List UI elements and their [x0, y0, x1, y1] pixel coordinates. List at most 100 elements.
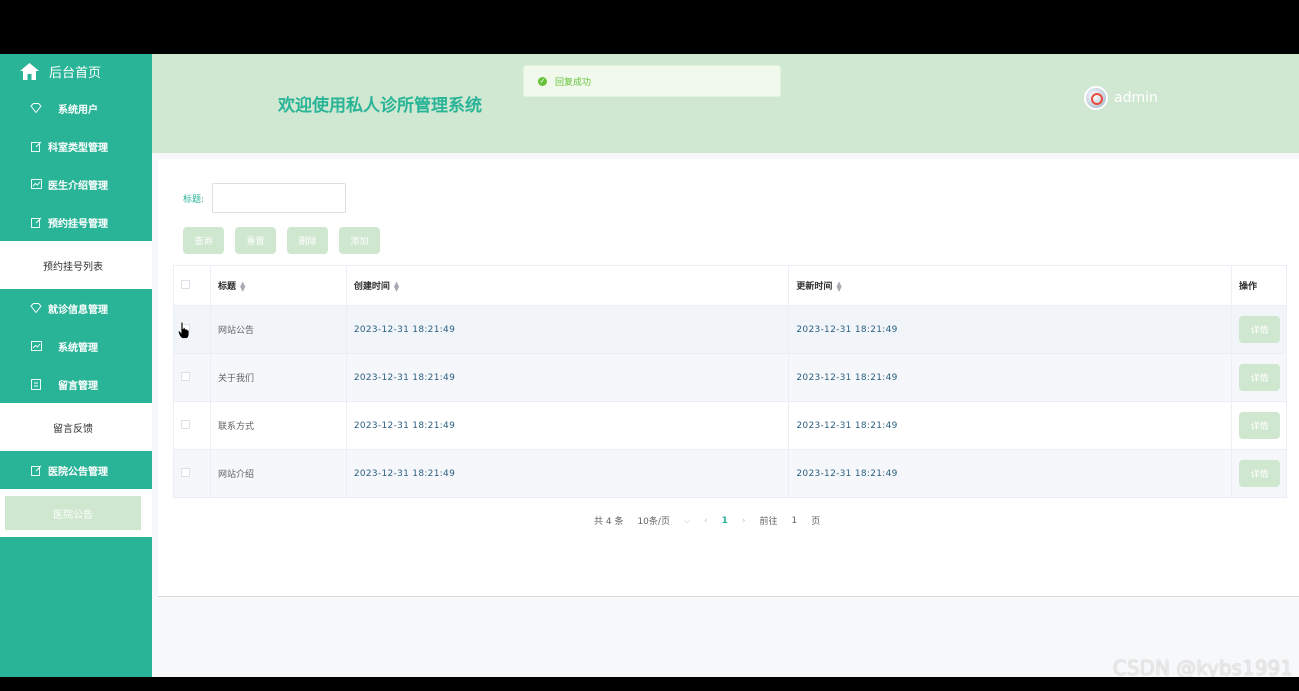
pagination-total: 共 4 条 — [594, 517, 624, 527]
cell-action: 详情 — [1230, 401, 1288, 450]
column-header-updated[interactable]: 更新时间 ▲ ▼ — [788, 265, 1232, 306]
detail-button[interactable]: 详情 — [1238, 364, 1280, 391]
top-header: 欢迎使用私人诊所管理系统 ✓ 回复成功 admin — [152, 54, 1299, 153]
check-circle-icon: ✓ — [538, 76, 547, 86]
watermark: CSDN @kybs1991 — [1112, 656, 1293, 677]
sidebar-home-label: 后台首页 — [49, 66, 102, 81]
sort-icon[interactable]: ▲ ▼ — [240, 280, 245, 292]
column-header-title[interactable]: 标题 ▲ ▼ — [209, 265, 347, 306]
sidebar-item-label: 留言管理 — [58, 380, 98, 392]
edit-icon — [30, 140, 42, 152]
sidebar-submenu: 预约挂号列表 — [0, 241, 152, 289]
hand-cursor-icon — [177, 321, 190, 343]
cell-title: 网站介绍 — [209, 449, 347, 498]
delete-button[interactable]: 删除 — [287, 227, 328, 254]
message-icon — [30, 378, 42, 390]
diamond-icon — [30, 302, 42, 314]
sidebar-item-system-admin[interactable]: 系统管理 — [0, 327, 152, 365]
page-title: 欢迎使用私人诊所管理系统 — [278, 96, 482, 116]
sidebar-item-label: 科室类型管理 — [48, 142, 108, 154]
page-size-select[interactable]: 10条/页 ⌵ — [637, 514, 691, 528]
sidebar-submenu: 医院公告 — [0, 489, 152, 537]
pagination: 共 4 条 10条/页 ⌵ ‹ 1 › 前往 1 页 — [594, 514, 834, 528]
add-button[interactable]: 添加 — [339, 227, 380, 254]
table-row[interactable]: 关于我们 2023-12-31 18:21:49 2023-12-31 18:2… — [173, 353, 1288, 402]
column-header-created[interactable]: 创建时间 ▲ ▼ — [345, 265, 790, 306]
chevron-down-icon: ⌵ — [683, 515, 691, 525]
select-all-cell — [173, 265, 211, 306]
select-all-checkbox[interactable] — [181, 279, 190, 289]
cell-title: 关于我们 — [209, 353, 347, 402]
app-window: 后台首页 系统用户 科室类型管理 医生介绍管理 预约挂号管理 预约挂号列表 就诊… — [0, 54, 1299, 677]
table-row[interactable]: 网站公告 2023-12-31 18:21:49 2023-12-31 18:2… — [173, 305, 1288, 354]
action-buttons: 查询 重置 删除 添加 — [183, 227, 380, 254]
success-toast: ✓ 回复成功 — [523, 65, 781, 97]
sidebar-subitem-feedback[interactable]: 留言反馈 — [5, 410, 141, 444]
detail-button[interactable]: 详情 — [1238, 316, 1280, 343]
sidebar-item-label: 预约挂号管理 — [48, 218, 108, 230]
sidebar-item-label: 医院公告管理 — [48, 466, 108, 478]
table-header-row: 标题 ▲ ▼ 创建时间 ▲ ▼ 更新时间 ▲ ▼ 操作 — [173, 265, 1288, 306]
toast-message: 回复成功 — [555, 77, 592, 88]
reset-button[interactable]: 重置 — [235, 227, 276, 254]
row-checkbox[interactable] — [181, 371, 190, 381]
cell-title: 网站公告 — [209, 305, 347, 354]
sidebar-item-notices[interactable]: 医院公告管理 — [0, 451, 152, 489]
cell-updated: 2023-12-31 18:21:49 — [788, 401, 1232, 450]
sort-icon[interactable]: ▲ ▼ — [394, 280, 399, 292]
sidebar-item-label: 医生介绍管理 — [48, 180, 108, 192]
chart-icon — [30, 178, 42, 190]
row-select-cell — [173, 401, 211, 450]
goto-page-input[interactable]: 1 — [792, 516, 798, 526]
cell-created: 2023-12-31 18:21:49 — [345, 305, 790, 354]
sidebar-item-doctors[interactable]: 医生介绍管理 — [0, 165, 152, 203]
query-button[interactable]: 查询 — [183, 227, 224, 254]
sidebar-item-label: 系统用户 — [58, 104, 98, 116]
edit-icon — [30, 464, 42, 476]
home-icon — [20, 63, 39, 80]
sidebar-item-messages[interactable]: 留言管理 — [0, 365, 152, 403]
sidebar-subitem-hospital-notices[interactable]: 医院公告 — [5, 496, 141, 530]
cell-action: 详情 — [1230, 449, 1288, 498]
title-search-input[interactable] — [212, 183, 347, 213]
detail-button[interactable]: 详情 — [1238, 460, 1280, 487]
sidebar-item-system-users[interactable]: 系统用户 — [0, 89, 152, 127]
cell-updated: 2023-12-31 18:21:49 — [788, 449, 1232, 498]
sidebar-item-appointments[interactable]: 预约挂号管理 — [0, 203, 152, 241]
cell-title: 联系方式 — [209, 401, 347, 450]
row-select-cell — [173, 449, 211, 498]
sidebar-subitem-appointment-list[interactable]: 预约挂号列表 — [5, 248, 141, 282]
current-page[interactable]: 1 — [722, 516, 728, 526]
user-menu[interactable]: admin — [1084, 86, 1158, 110]
data-table: 标题 ▲ ▼ 创建时间 ▲ ▼ 更新时间 ▲ ▼ 操作 网站公告 2023-12-31 18… — [173, 265, 1288, 498]
sort-icon[interactable]: ▲ ▼ — [836, 280, 841, 292]
goto-suffix: 页 — [811, 517, 821, 527]
cell-action: 详情 — [1230, 353, 1288, 402]
goto-prefix: 前往 — [759, 517, 778, 527]
cell-updated: 2023-12-31 18:21:49 — [788, 353, 1232, 402]
next-page-button[interactable]: › — [742, 516, 746, 526]
sidebar: 后台首页 系统用户 科室类型管理 医生介绍管理 预约挂号管理 预约挂号列表 就诊… — [0, 54, 152, 677]
sidebar-submenu: 留言反馈 — [0, 403, 152, 451]
diamond-icon — [30, 102, 42, 114]
detail-button[interactable]: 详情 — [1238, 412, 1280, 439]
sidebar-item-visits[interactable]: 就诊信息管理 — [0, 289, 152, 327]
prev-page-button[interactable]: ‹ — [704, 516, 708, 526]
table-row[interactable]: 网站介绍 2023-12-31 18:21:49 2023-12-31 18:2… — [173, 449, 1288, 498]
avatar — [1084, 86, 1108, 110]
sidebar-item-dept-types[interactable]: 科室类型管理 — [0, 127, 152, 165]
cell-created: 2023-12-31 18:21:49 — [345, 353, 790, 402]
chart-icon — [30, 340, 42, 352]
cell-updated: 2023-12-31 18:21:49 — [788, 305, 1232, 354]
row-checkbox[interactable] — [181, 467, 190, 477]
cell-created: 2023-12-31 18:21:49 — [345, 449, 790, 498]
cell-created: 2023-12-31 18:21:49 — [345, 401, 790, 450]
search-bar: 标题: — [183, 183, 347, 213]
column-header-action: 操作 — [1230, 265, 1288, 306]
row-select-cell — [173, 353, 211, 402]
cell-action: 详情 — [1230, 305, 1288, 354]
table-row[interactable]: 联系方式 2023-12-31 18:21:49 2023-12-31 18:2… — [173, 401, 1288, 450]
sidebar-home[interactable]: 后台首页 — [0, 54, 152, 89]
edit-icon — [30, 216, 42, 228]
row-checkbox[interactable] — [181, 419, 190, 429]
